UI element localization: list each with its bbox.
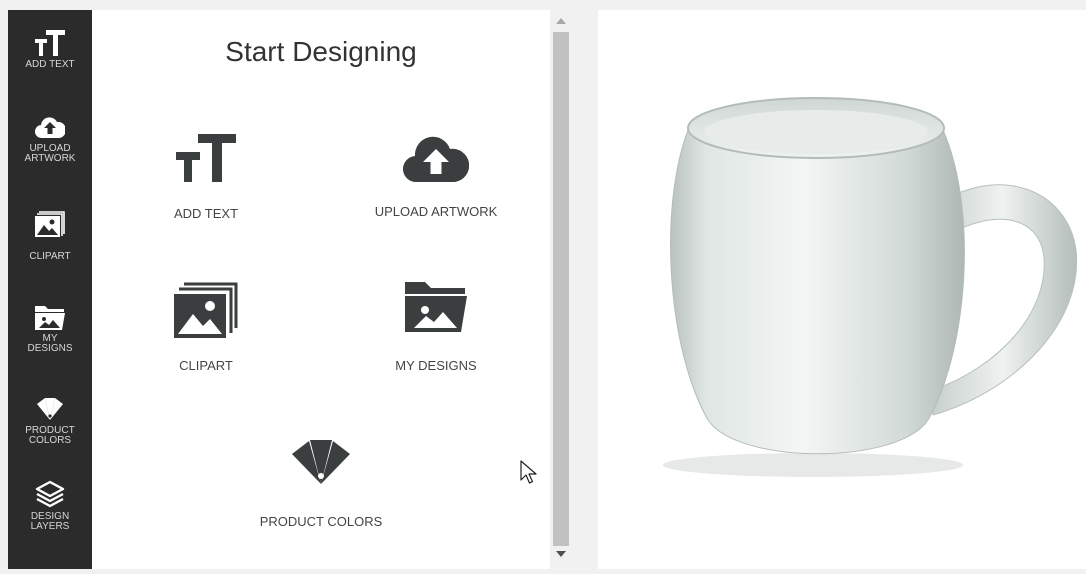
color-swatch-icon: [292, 440, 350, 484]
tile-my-designs[interactable]: MY DESIGNS: [336, 282, 536, 373]
sidebar-item-label: ADD TEXT: [25, 59, 75, 70]
folder-image-icon: [35, 306, 65, 330]
tile-add-text[interactable]: ADD TEXT: [106, 134, 306, 221]
text-icon: [176, 134, 236, 182]
mouse-cursor-icon: [520, 460, 537, 484]
scroll-thumb[interactable]: [553, 32, 569, 546]
sidebar-item-my-designs[interactable]: MY DESIGNS: [8, 306, 92, 354]
scroll-down-arrow[interactable]: [556, 551, 566, 557]
panel-scrollbar[interactable]: [551, 10, 571, 569]
sidebar-item-upload-artwork[interactable]: UPLOAD ARTWORK: [8, 114, 92, 164]
mug-image: [663, 97, 1078, 477]
folder-image-icon: [405, 282, 467, 332]
tile-upload-artwork[interactable]: UPLOAD ARTWORK: [336, 134, 536, 219]
tile-label: UPLOAD ARTWORK: [374, 204, 498, 219]
design-canvas[interactable]: [598, 10, 1086, 569]
sidebar-item-clipart[interactable]: CLIPART: [8, 210, 92, 262]
tile-label: MY DESIGNS: [395, 358, 477, 373]
tile-label: ADD TEXT: [173, 206, 239, 221]
scroll-up-arrow[interactable]: [556, 18, 566, 24]
panel-title: Start Designing: [225, 36, 417, 67]
tile-clipart[interactable]: CLIPART: [106, 282, 306, 373]
text-icon: [35, 30, 65, 56]
sidebar-item-design-layers[interactable]: DESIGN LAYERS: [8, 480, 92, 532]
clipart-icon: [174, 282, 238, 338]
tile-label: PRODUCT COLORS: [259, 514, 383, 529]
start-designing-panel: Start Designing ADD TEXT UPLOAD ARTWORK …: [92, 10, 550, 569]
sidebar-item-label: CLIPART: [29, 251, 71, 262]
upload-cloud-icon: [403, 136, 469, 183]
sidebar-item-label: UPLOAD ARTWORK: [24, 143, 76, 164]
clipart-icon: [35, 211, 65, 237]
sidebar-item-add-text[interactable]: ADD TEXT: [8, 30, 92, 70]
sidebar-item-label: MY DESIGNS: [27, 333, 73, 354]
sidebar-item-label: PRODUCT COLORS: [25, 425, 75, 446]
tool-sidebar: ADD TEXT UPLOAD ARTWORK CLIPART MY DESIG…: [8, 10, 92, 569]
tile-product-colors[interactable]: PRODUCT COLORS: [221, 438, 421, 529]
tile-label: CLIPART: [179, 358, 233, 373]
sidebar-item-product-colors[interactable]: PRODUCT COLORS: [8, 396, 92, 446]
sidebar-item-label: DESIGN LAYERS: [30, 511, 70, 532]
layers-icon: [35, 480, 65, 508]
upload-cloud-icon: [35, 117, 65, 139]
color-swatch-icon: [37, 398, 63, 420]
